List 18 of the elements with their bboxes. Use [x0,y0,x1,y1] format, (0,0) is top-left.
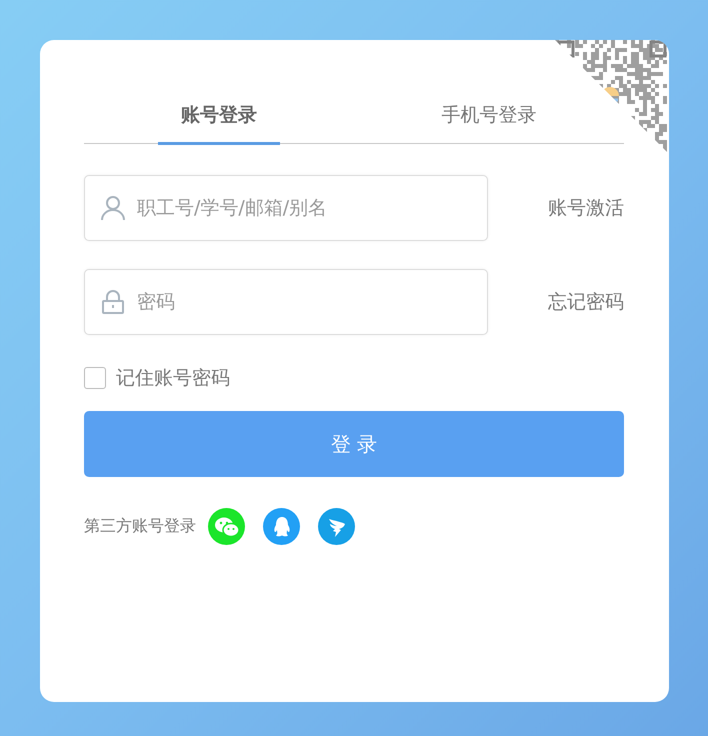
qr-code-icon[interactable] [555,40,669,154]
dingtalk-login-button[interactable] [318,508,355,545]
qq-login-button[interactable] [263,508,300,545]
activate-account-link[interactable]: 账号激活 [548,195,624,221]
penguin-icon [272,516,290,538]
login-tab[interactable]: 账号登录 [84,98,354,143]
lock-icon [100,289,126,315]
third-party-label: 第三方账号登录 [84,516,196,537]
user-icon [100,195,126,221]
remember-checkbox[interactable] [84,367,106,389]
remember-label: 记住账号密码 [116,366,230,391]
login-tab[interactable]: 手机号登录 [354,98,624,143]
account-field[interactable]: 职工号/学号/邮箱/别名 [84,175,488,241]
login-button[interactable]: 登 录 [84,411,624,477]
wechat-login-button[interactable] [208,508,245,545]
forgot-password-link[interactable]: 忘记密码 [548,289,624,315]
chat-bubbles-icon [214,516,240,538]
password-field[interactable]: 密码 [84,269,488,335]
